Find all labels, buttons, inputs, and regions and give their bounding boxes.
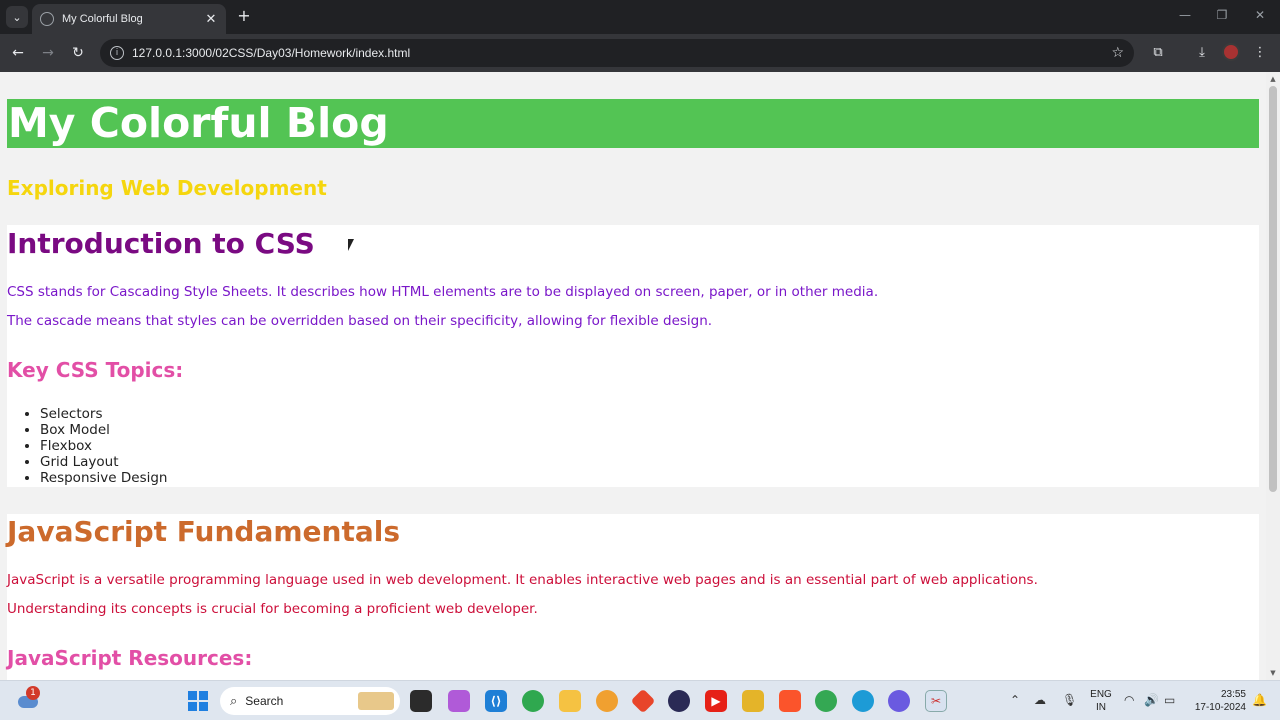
list-item: Box Model: [40, 422, 167, 438]
battery-icon[interactable]: ▭: [1164, 693, 1175, 707]
git-icon[interactable]: [630, 688, 656, 714]
app-icon[interactable]: [888, 690, 910, 712]
power-bi-icon[interactable]: [742, 690, 764, 712]
region-code: IN: [1096, 702, 1106, 713]
tab-strip: ⌄ My Colorful Blog ✕ + — ❐ ✕: [0, 0, 1280, 34]
scrollbar-thumb[interactable]: [1269, 86, 1277, 492]
js-paragraph-1: JavaScript is a versatile programming la…: [7, 572, 1038, 588]
more-menu-icon[interactable]: ⋮: [1250, 43, 1270, 63]
page-scrollbar[interactable]: ▲ ▼: [1266, 72, 1280, 680]
copilot-icon[interactable]: [448, 690, 470, 712]
list-item: Flexbox: [40, 438, 167, 454]
css-section: Introduction to CSS CSS stands for Casca…: [7, 225, 1259, 487]
new-tab-plus-icon[interactable]: +: [234, 6, 254, 26]
globe-icon: [40, 12, 54, 26]
list-item: Grid Layout: [40, 454, 167, 470]
scroll-up-arrow-icon[interactable]: ▲: [1269, 75, 1277, 83]
list-item: Selectors: [40, 406, 167, 422]
task-view-icon[interactable]: [410, 690, 432, 712]
back-arrow-icon[interactable]: ←: [8, 43, 28, 63]
scroll-down-arrow-icon[interactable]: ▼: [1269, 669, 1277, 677]
onedrive-cloud-icon[interactable]: ☁: [1034, 693, 1046, 707]
start-windows-icon[interactable]: [188, 691, 208, 711]
page-viewport: My Colorful Blog Exploring Web Developme…: [0, 72, 1266, 680]
youtube-icon[interactable]: ▶: [705, 690, 727, 712]
css-section-title: Introduction to CSS: [7, 227, 315, 260]
chrome-icon[interactable]: [815, 690, 837, 712]
notification-badge: 1: [26, 686, 40, 700]
css-paragraph-2: The cascade means that styles can be ove…: [7, 313, 713, 329]
css-paragraph-1: CSS stands for Cascading Style Sheets. I…: [7, 284, 879, 300]
restore-icon[interactable]: ❐: [1212, 8, 1232, 22]
profile-avatar[interactable]: [1222, 43, 1240, 61]
chrome-profile-icon[interactable]: [522, 690, 544, 712]
edge-icon[interactable]: [852, 690, 874, 712]
site-info-icon[interactable]: i: [110, 46, 124, 60]
js-paragraph-2: Understanding its concepts is crucial fo…: [7, 601, 538, 617]
taskbar-search[interactable]: ⌕ Search: [220, 687, 400, 715]
bookmark-star-icon[interactable]: ☆: [1111, 45, 1124, 61]
css-topics-heading: Key CSS Topics:: [7, 358, 184, 382]
browser-toolbar: ← → ↻ i 127.0.0.1:3000/02CSS/Day03/Homew…: [0, 34, 1280, 72]
js-section: JavaScript Fundamentals JavaScript is a …: [7, 514, 1259, 680]
wifi-icon[interactable]: ◠: [1124, 693, 1134, 707]
blog-header: My Colorful Blog: [7, 99, 1259, 148]
file-explorer-icon[interactable]: [559, 690, 581, 712]
address-bar[interactable]: i 127.0.0.1:3000/02CSS/Day03/Homework/in…: [100, 39, 1134, 67]
js-section-title: JavaScript Fundamentals: [7, 515, 400, 548]
language-indicator[interactable]: ENG IN: [1088, 688, 1114, 714]
active-tab[interactable]: My Colorful Blog ✕: [32, 4, 226, 34]
brave-icon[interactable]: [779, 690, 801, 712]
extensions-puzzle-icon[interactable]: ⧉: [1148, 43, 1168, 63]
volume-icon[interactable]: 🔊: [1144, 693, 1159, 707]
vscode-icon[interactable]: ⟨⟩: [485, 690, 507, 712]
css-topics-list: Selectors Box Model Flexbox Grid Layout …: [40, 406, 167, 486]
clock-time: 23:55: [1220, 689, 1246, 700]
clock-date: 17-10-2024: [1194, 702, 1246, 713]
taskbar: 1 ⌕ Search ⟨⟩ ▶ ✂ ⌃ ☁ 🎙 ENG IN ◠ 🔊 ▭ 23:…: [0, 680, 1280, 720]
reload-icon[interactable]: ↻: [68, 43, 88, 63]
js-resources-heading: JavaScript Resources:: [7, 646, 253, 670]
search-icon: ⌕: [230, 693, 238, 709]
language-code: ENG: [1090, 689, 1112, 700]
search-label: Search: [245, 694, 284, 708]
forward-arrow-icon[interactable]: →: [38, 43, 58, 63]
list-item: Responsive Design: [40, 470, 167, 486]
tab-search-chevron-icon[interactable]: ⌄: [6, 6, 28, 28]
snipping-tool-icon[interactable]: ✂: [925, 690, 947, 712]
clock[interactable]: 23:55 17-10-2024: [1190, 688, 1246, 714]
url-text[interactable]: 127.0.0.1:3000/02CSS/Day03/Homework/inde…: [132, 46, 1111, 60]
tab-title: My Colorful Blog: [62, 13, 143, 25]
mouse-cursor-icon: [348, 239, 354, 251]
close-tab-icon[interactable]: ✕: [204, 12, 218, 27]
blog-title: My Colorful Blog: [8, 99, 389, 147]
eclipse-icon[interactable]: [668, 690, 690, 712]
close-window-icon[interactable]: ✕: [1250, 8, 1270, 22]
notifications-bell-icon[interactable]: 🔔: [1252, 693, 1267, 707]
search-highlight-image: [358, 692, 394, 710]
blog-subtitle: Exploring Web Development: [7, 176, 327, 200]
jupyter-icon[interactable]: [596, 690, 618, 712]
show-hidden-icons-chevron-icon[interactable]: ⌃: [1010, 693, 1020, 707]
microphone-icon[interactable]: 🎙: [1062, 693, 1077, 707]
minimize-icon[interactable]: —: [1175, 8, 1195, 22]
download-icon[interactable]: ⤓: [1192, 43, 1212, 63]
